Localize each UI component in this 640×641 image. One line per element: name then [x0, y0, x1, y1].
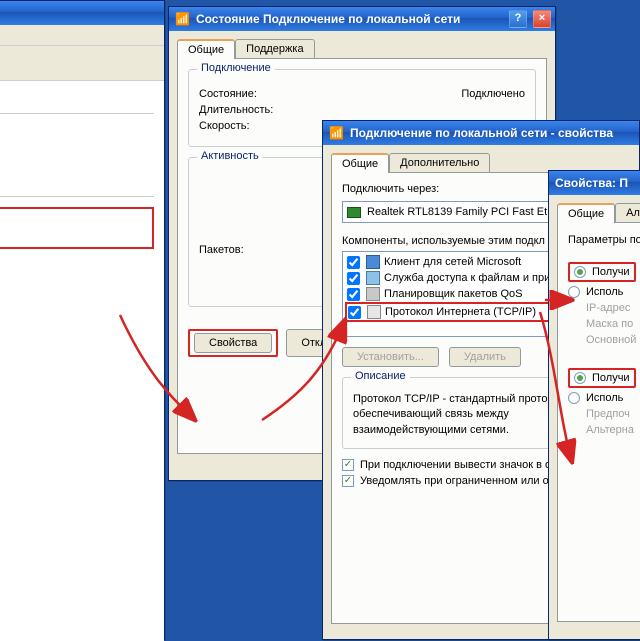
annotation-arrows — [0, 0, 640, 640]
